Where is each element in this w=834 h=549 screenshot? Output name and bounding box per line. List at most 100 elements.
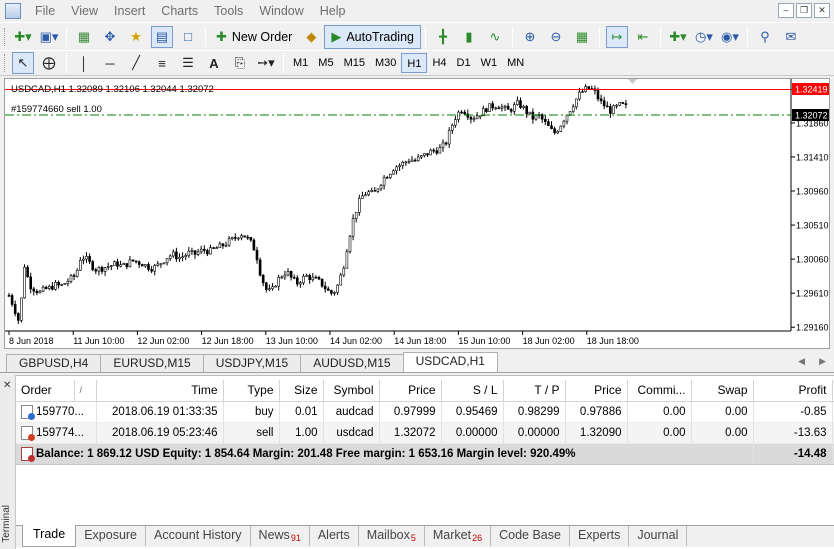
navigator-crosshair-icon[interactable]: ✥ — [99, 26, 121, 48]
chart-shift-icon[interactable]: ⇤ — [632, 26, 654, 48]
chart-tab-usdcad[interactable]: USDCAD,H1 — [402, 352, 498, 372]
scroll-right-icon[interactable]: ▶ — [819, 356, 826, 367]
text-icon[interactable]: A — [203, 52, 225, 74]
col-price[interactable]: Price — [379, 380, 442, 402]
data-window-icon[interactable]: ▤ — [151, 25, 173, 48]
menu-view[interactable]: View — [63, 0, 106, 22]
tab-alerts[interactable]: Alerts — [310, 526, 359, 546]
tab-news[interactable]: News91 — [251, 526, 310, 546]
tab-experts[interactable]: Experts — [570, 526, 630, 546]
chart-shift-marker[interactable] — [628, 79, 637, 84]
chart-tab-eurusd[interactable]: EURUSD,M15 — [100, 354, 204, 372]
sell-order-icon — [21, 425, 35, 441]
timeframe-mn[interactable]: MN — [502, 53, 529, 73]
menu-tools[interactable]: Tools — [206, 0, 251, 22]
tab-market[interactable]: Market26 — [425, 526, 492, 546]
autotrading-button[interactable]: ▶ AutoTrading — [324, 24, 421, 49]
market-watch-icon[interactable]: ▦ — [73, 26, 95, 48]
col-commission[interactable]: Commi... — [627, 380, 692, 402]
toolbar-grip[interactable] — [4, 27, 7, 46]
col-type[interactable]: Type — [223, 380, 280, 402]
col-tp[interactable]: T / P — [503, 380, 566, 402]
col-current-price[interactable]: Price — [565, 380, 628, 402]
templates-icon[interactable]: ◉▾ — [719, 26, 741, 48]
tile-windows-icon[interactable]: ▦ — [571, 26, 593, 48]
scroll-left-icon[interactable]: ◀ — [798, 356, 805, 367]
zoom-in-icon[interactable]: ⊕ — [519, 26, 541, 48]
search-icon[interactable]: ⚲ — [754, 26, 776, 48]
candlesticks-icon[interactable]: ▮ — [458, 26, 480, 48]
trendline-icon[interactable]: ╱ — [125, 52, 147, 74]
zoom-out-icon[interactable]: ⊖ — [545, 26, 567, 48]
timeframe-w1[interactable]: W1 — [476, 53, 503, 73]
profiles-icon[interactable]: ▣▾ — [38, 26, 60, 48]
text-label-icon[interactable]: ⎘ — [229, 52, 251, 74]
menu-insert[interactable]: Insert — [106, 0, 153, 22]
chat-icon[interactable]: ✉ — [780, 26, 802, 48]
cursor-icon[interactable]: ↖ — [12, 52, 34, 74]
chart-tab-gbpusd[interactable]: GBPUSD,H4 — [6, 354, 102, 372]
app-icon[interactable] — [5, 3, 21, 19]
fibonacci-icon[interactable]: ☰ — [177, 52, 199, 74]
menu-file[interactable]: File — [27, 0, 63, 22]
table-row[interactable]: 159774... 2018.06.19 05:23:46 sell 1.00 … — [16, 422, 834, 444]
candle-body — [261, 274, 265, 284]
col-sl[interactable]: S / L — [441, 380, 504, 402]
minimize-icon[interactable]: – — [778, 3, 794, 18]
tab-code-base[interactable]: Code Base — [491, 526, 570, 546]
menu-window[interactable]: Window — [251, 0, 311, 22]
periods-clock-icon[interactable]: ◷▾ — [693, 26, 715, 48]
col-time[interactable]: Time — [96, 380, 224, 402]
toolbar-grip[interactable] — [4, 54, 7, 72]
close-window-icon[interactable]: ✕ — [814, 3, 830, 18]
chart-tab-audusd[interactable]: AUDUSD,M15 — [300, 354, 404, 372]
restore-icon[interactable]: ❐ — [796, 3, 812, 18]
col-symbol[interactable]: Symbol — [323, 380, 380, 402]
candle-body — [178, 257, 181, 260]
timeframe-d1[interactable]: D1 — [452, 53, 476, 73]
col-size[interactable]: Size — [279, 380, 324, 402]
price-chart[interactable]: 1.323001.318601.314101.309601.305101.300… — [5, 79, 829, 348]
crosshair-icon[interactable]: ⨁ — [38, 52, 60, 74]
col-order[interactable]: Order — [16, 380, 75, 402]
timeframe-m5[interactable]: M5 — [313, 53, 338, 73]
terminal-close-icon[interactable]: ✕ — [3, 380, 11, 391]
new-order-button[interactable]: ✚ New Order — [210, 25, 298, 49]
timeframe-m30[interactable]: M30 — [370, 53, 401, 73]
candle-body — [190, 250, 194, 252]
chart-window[interactable]: 1.323001.318601.314101.309601.305101.300… — [4, 78, 830, 349]
terminal-window-icon[interactable]: □ — [177, 26, 199, 48]
vertical-line-icon[interactable]: │ — [73, 52, 95, 74]
candle-body — [509, 109, 513, 112]
candle-body — [578, 91, 581, 100]
metaeditor-icon[interactable]: ◆ — [300, 26, 322, 48]
col-swap[interactable]: Swap — [691, 380, 754, 402]
auto-scroll-icon[interactable]: ↦ — [605, 25, 628, 48]
candle-body — [72, 275, 76, 277]
arrows-icon[interactable]: ➙▾ — [255, 52, 277, 74]
timeframe-m15[interactable]: M15 — [339, 53, 370, 73]
menu-help[interactable]: Help — [312, 0, 354, 22]
line-chart-icon[interactable]: ∿ — [484, 26, 506, 48]
timeframe-h4[interactable]: H4 — [427, 53, 451, 73]
new-chart-icon[interactable]: ✚▾ — [12, 26, 34, 48]
timeframe-h1[interactable]: H1 — [401, 53, 428, 73]
col-profit[interactable]: Profit — [753, 380, 833, 402]
table-row[interactable]: 159770... 2018.06.19 01:33:35 buy 0.01 a… — [16, 401, 834, 423]
chart-tab-usdjpy[interactable]: USDJPY,M15 — [202, 354, 302, 372]
indicators-icon[interactable]: ✚▾ — [667, 26, 689, 48]
favorites-star-icon[interactable]: ★ — [125, 26, 147, 48]
tab-mailbox[interactable]: Mailbox5 — [359, 526, 425, 546]
sort-indicator[interactable]: / — [74, 380, 97, 402]
timeframe-m1[interactable]: M1 — [288, 53, 313, 73]
candle-body — [252, 239, 256, 251]
tab-exposure[interactable]: Exposure — [76, 526, 147, 546]
tab-trade[interactable]: Trade — [22, 525, 77, 547]
equidistant-channel-icon[interactable]: ≡ — [151, 52, 173, 74]
tab-journal[interactable]: Journal — [629, 526, 688, 546]
horizontal-line-icon[interactable]: ─ — [99, 52, 121, 74]
bar-chart-icon[interactable]: ╋ — [432, 26, 454, 48]
tab-account-history[interactable]: Account History — [146, 526, 251, 546]
menu-charts[interactable]: Charts — [153, 0, 206, 22]
candle-body — [277, 277, 281, 287]
